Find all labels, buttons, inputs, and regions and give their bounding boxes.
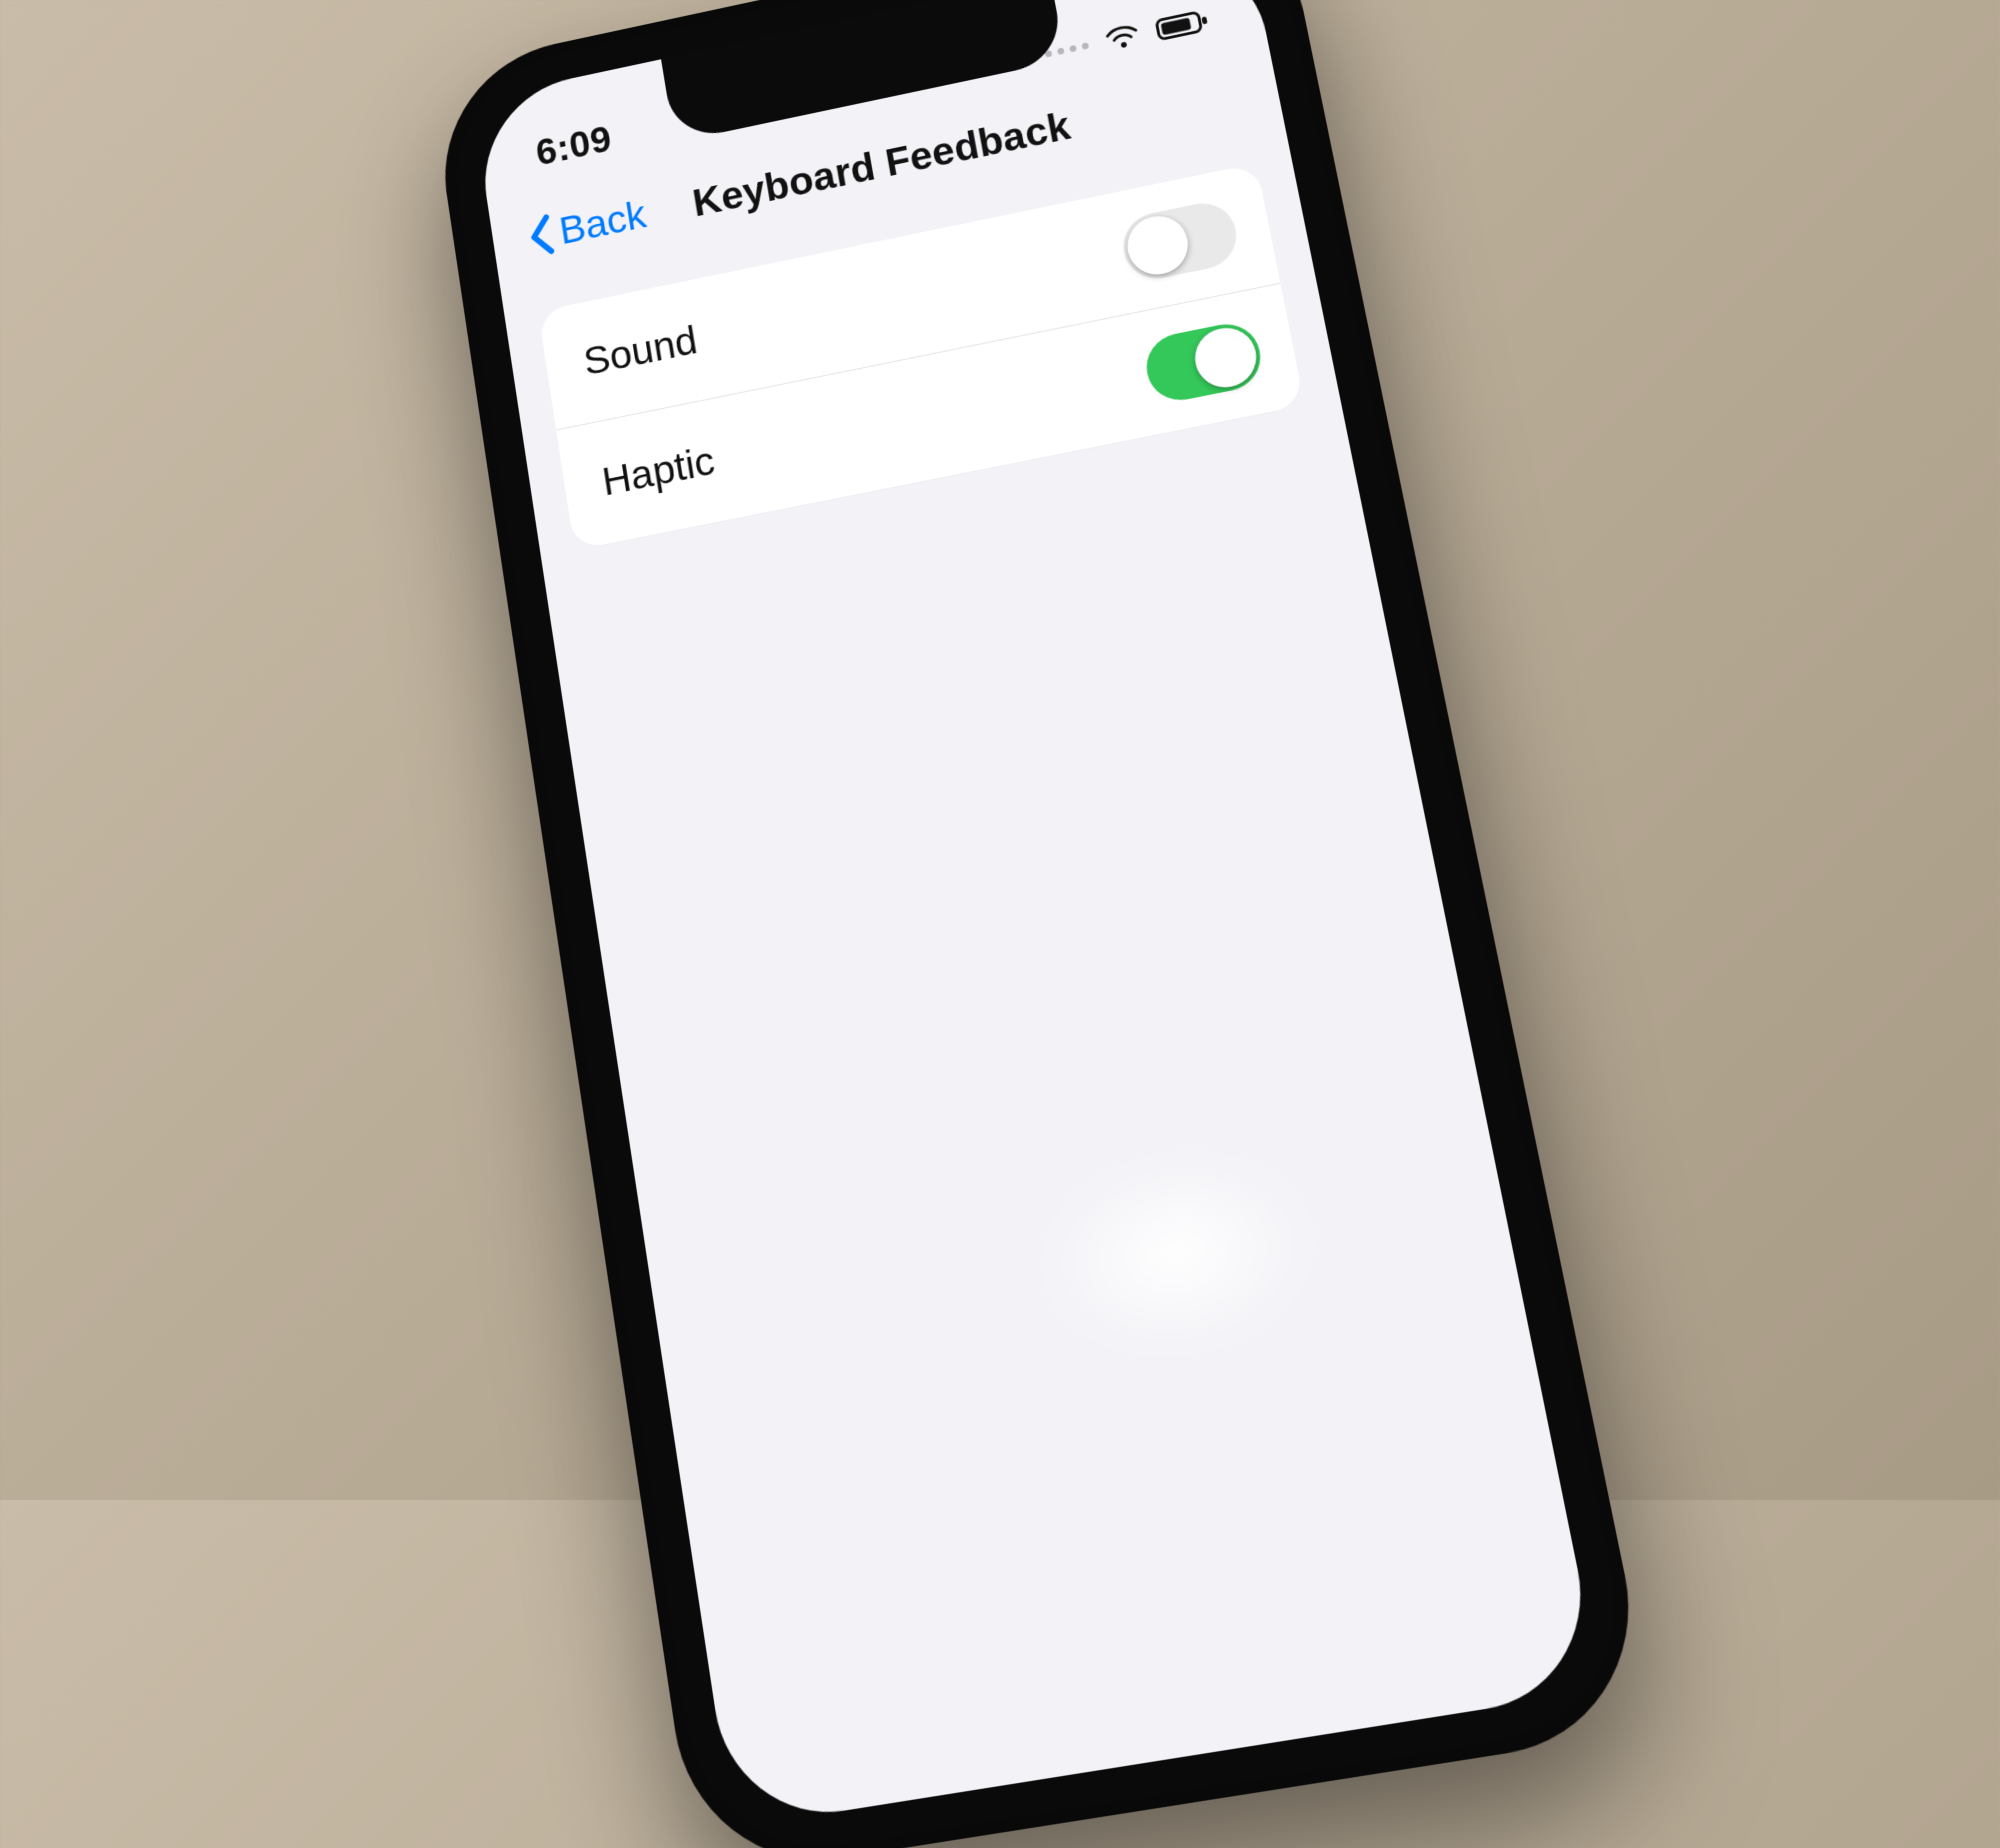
chevron-left-icon — [525, 213, 557, 259]
toggle-haptic[interactable] — [1141, 318, 1266, 406]
toggle-knob — [1123, 211, 1193, 280]
phone-screen: 6:09 — [472, 0, 1602, 1828]
row-label-haptic: Haptic — [599, 438, 718, 505]
back-label: Back — [556, 193, 649, 254]
toggle-sound[interactable] — [1118, 197, 1242, 284]
row-label-sound: Sound — [581, 318, 701, 385]
back-button[interactable]: Back — [515, 183, 659, 269]
empty-content-area — [541, 398, 1587, 1754]
toggle-knob — [1190, 323, 1261, 393]
battery-icon — [1154, 7, 1212, 43]
status-time: 6:09 — [533, 119, 614, 175]
wifi-icon — [1101, 20, 1144, 55]
phone-case: 6:09 — [428, 0, 1656, 1848]
